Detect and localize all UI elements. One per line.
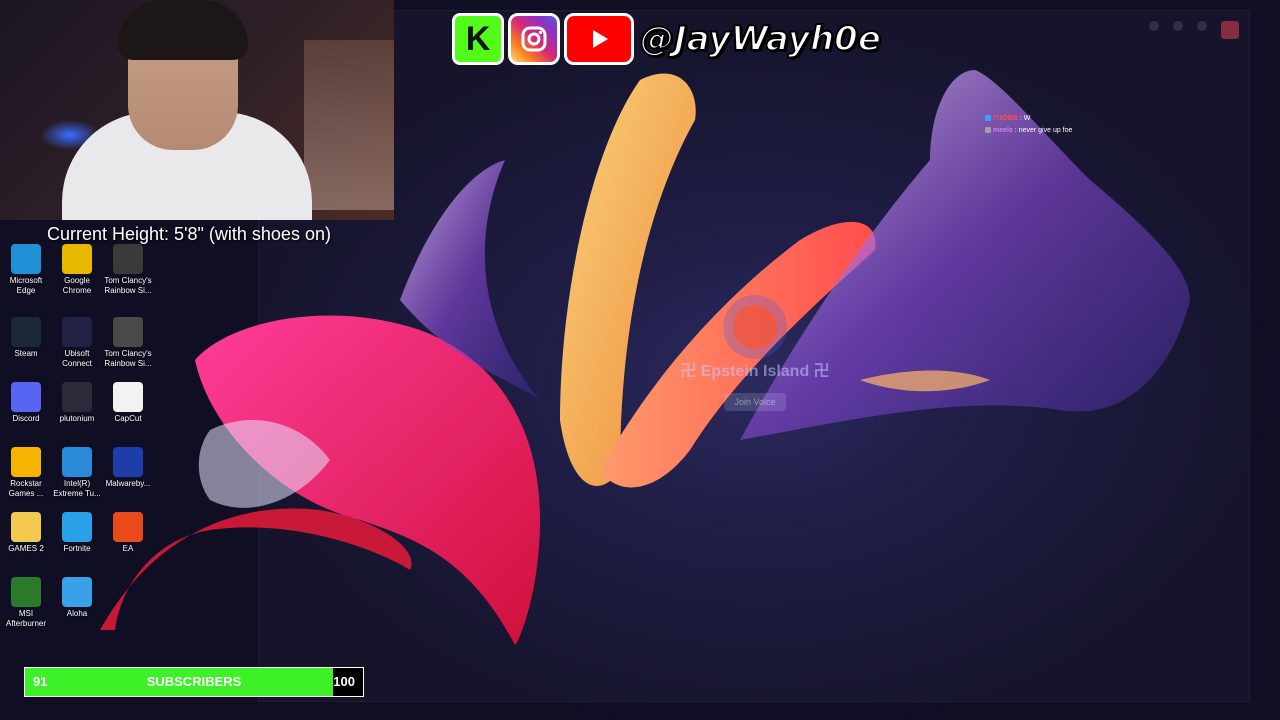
webcam-background bbox=[304, 40, 394, 210]
youtube-icon bbox=[564, 13, 634, 65]
join-voice-button[interactable]: Join Voice bbox=[724, 393, 786, 411]
chat-badge-icon bbox=[985, 115, 991, 122]
desktop-icon-label: Fortnite bbox=[63, 544, 91, 553]
chat-text: W bbox=[1023, 115, 1031, 122]
desktop-icon-label: CapCut bbox=[114, 414, 142, 423]
webcam-overlay bbox=[0, 0, 394, 220]
desktop-icon[interactable]: Tom Clancy's Rainbow Si... bbox=[102, 317, 154, 369]
desktop-icon-label: Discord bbox=[12, 414, 40, 423]
desktop-icon[interactable]: Steam bbox=[0, 317, 52, 359]
chat-message: meele : never give up foe bbox=[985, 125, 1072, 137]
chat-message: iTzDBB : W bbox=[985, 113, 1072, 125]
fortnite-icon bbox=[62, 512, 92, 542]
subscriber-goal: 100 bbox=[333, 674, 355, 689]
streamer-hair bbox=[118, 0, 248, 60]
desktop-icon[interactable]: MSI Afterburner bbox=[0, 577, 52, 629]
desktop-icon[interactable]: Google Chrome bbox=[51, 244, 103, 296]
desktop-icon-label: Malwareby... bbox=[105, 479, 151, 488]
desktop-icon-label: Tom Clancy's Rainbow Si... bbox=[104, 349, 152, 368]
desktop-icon-label: plutonium bbox=[59, 414, 95, 423]
subscriber-goal-bar: 91 SUBSCRIBERS 100 bbox=[24, 667, 364, 697]
chat-overlay: iTzDBB : Wmeele : never give up foe bbox=[985, 113, 1072, 137]
aloha-icon bbox=[62, 577, 92, 607]
desktop-icon[interactable]: EA bbox=[102, 512, 154, 554]
chat-username: iTzDBB bbox=[993, 115, 1018, 122]
desktop-icon-label: EA bbox=[122, 544, 134, 553]
desktop-icon-label: Rockstar Games ... bbox=[8, 479, 44, 498]
ea-icon bbox=[113, 512, 143, 542]
social-banner: K @JayWayh0e bbox=[452, 12, 882, 66]
desktop-icon[interactable]: Malwareby... bbox=[102, 447, 154, 489]
desktop-icon[interactable]: Ubisoft Connect bbox=[51, 317, 103, 369]
chat-badge-icon bbox=[985, 127, 991, 134]
steam-icon bbox=[11, 317, 41, 347]
chat-username: meele bbox=[993, 127, 1013, 134]
server-welcome-card: 卍 Epstein Island 卍 Join Voice bbox=[640, 295, 870, 455]
edge-icon bbox=[11, 244, 41, 274]
malwarebytes-icon bbox=[113, 447, 143, 477]
desktop-icon[interactable]: Fortnite bbox=[51, 512, 103, 554]
chrome-icon bbox=[62, 244, 92, 274]
msi-afterburner-icon bbox=[11, 577, 41, 607]
desktop-icon-label: Aloha bbox=[66, 609, 88, 618]
rainbow-six-icon bbox=[113, 244, 143, 274]
desktop-icon[interactable]: Rockstar Games ... bbox=[0, 447, 52, 499]
folder-icon bbox=[11, 512, 41, 542]
desktop-icon[interactable]: Aloha bbox=[51, 577, 103, 619]
chat-text: never give up foe bbox=[1018, 127, 1073, 134]
desktop-icon-label: Intel(R) Extreme Tu... bbox=[53, 479, 101, 498]
height-caption: Current Height: 5'8" (with shoes on) bbox=[47, 224, 331, 244]
desktop-icon-label: Tom Clancy's Rainbow Si... bbox=[104, 276, 152, 295]
desktop-icon[interactable]: GAMES 2 bbox=[0, 512, 52, 554]
channel-handle: @JayWayh0e bbox=[639, 18, 882, 60]
desktop-icon[interactable]: Discord bbox=[0, 382, 52, 424]
server-name: 卍 Epstein Island 卍 bbox=[680, 363, 830, 380]
desktop-icon-label: Steam bbox=[14, 349, 38, 358]
desktop-icon-label: Microsoft Edge bbox=[9, 276, 43, 295]
plutonium-icon bbox=[62, 382, 92, 412]
desktop-icon-label: Ubisoft Connect bbox=[62, 349, 92, 368]
ubisoft-icon bbox=[62, 317, 92, 347]
intel-icon bbox=[62, 447, 92, 477]
rockstar-icon bbox=[11, 447, 41, 477]
desktop-icon-label: MSI Afterburner bbox=[5, 609, 47, 628]
kick-icon: K bbox=[452, 13, 504, 65]
desktop-icon[interactable]: Microsoft Edge bbox=[0, 244, 52, 296]
desktop-icon-label: Google Chrome bbox=[62, 276, 92, 295]
desktop-icon-label: GAMES 2 bbox=[8, 544, 44, 553]
desktop-icon[interactable]: plutonium bbox=[51, 382, 103, 424]
instagram-icon bbox=[508, 13, 560, 65]
desktop-icon[interactable]: CapCut bbox=[102, 382, 154, 424]
rainbow-six-icon bbox=[113, 317, 143, 347]
discord-icon bbox=[11, 382, 41, 412]
server-icon[interactable] bbox=[733, 305, 777, 349]
capcut-icon bbox=[113, 382, 143, 412]
subscriber-label: SUBSCRIBERS bbox=[146, 674, 242, 689]
desktop-icon[interactable]: Tom Clancy's Rainbow Si... bbox=[102, 244, 154, 296]
desktop-icon[interactable]: Intel(R) Extreme Tu... bbox=[51, 447, 103, 499]
